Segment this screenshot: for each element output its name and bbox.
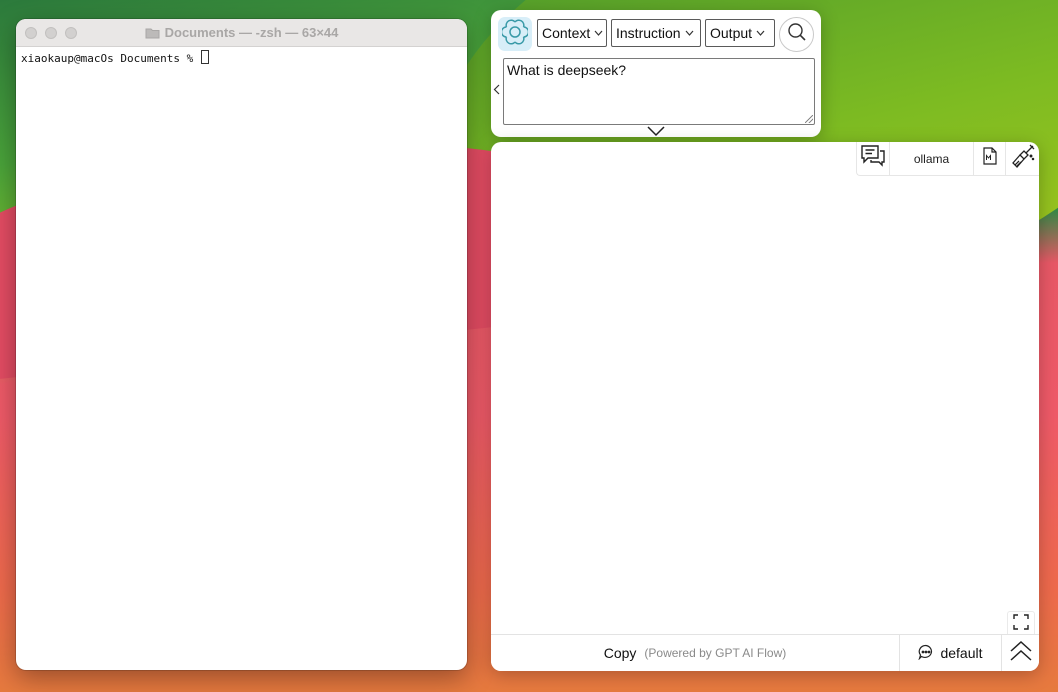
chevron-down-icon <box>685 28 694 39</box>
chevron-down-icon <box>756 28 765 39</box>
markdown-file-icon <box>982 147 997 170</box>
terminal-cursor <box>200 50 209 64</box>
chat-icon <box>918 644 934 663</box>
expand-down-button[interactable] <box>646 124 666 137</box>
zoom-window-button[interactable] <box>65 27 77 39</box>
double-chevron-up-icon <box>1009 640 1033 667</box>
prompt-panel: Context Instruction Output What is deeps… <box>491 10 821 137</box>
chevron-left-icon <box>493 83 500 98</box>
output-select[interactable]: Output <box>705 19 775 47</box>
minimize-window-button[interactable] <box>45 27 57 39</box>
search-button[interactable] <box>779 17 814 52</box>
output-footer: Copy (Powered by GPT AI Flow) default <box>491 634 1039 671</box>
fullscreen-icon <box>1013 613 1029 635</box>
model-selector[interactable]: ollama <box>890 142 974 175</box>
copy-label: Copy <box>603 645 637 661</box>
prompt-textarea[interactable]: What is deepseek? <box>503 58 815 125</box>
prompt-text-value: What is deepseek? <box>507 62 627 78</box>
collapse-left-button[interactable] <box>493 83 500 98</box>
chevron-down-icon <box>646 124 666 141</box>
resize-handle-icon[interactable] <box>805 115 813 123</box>
terminal-title-text: Documents — -zsh — 63×44 <box>164 25 339 40</box>
copy-button[interactable]: Copy (Powered by GPT AI Flow) <box>491 635 899 671</box>
terminal-window[interactable]: Documents — -zsh — 63×44 xiaokaup@macOs … <box>16 19 467 670</box>
terminal-titlebar[interactable]: Documents — -zsh — 63×44 <box>16 19 467 47</box>
openai-logo-button[interactable] <box>498 17 532 51</box>
scroll-top-button[interactable] <box>1001 635 1039 671</box>
terminal-body[interactable]: xiaokaup@macOs Documents % <box>16 47 467 68</box>
context-select[interactable]: Context <box>537 19 607 47</box>
terminal-title: Documents — -zsh — 63×44 <box>145 25 339 40</box>
clean-broom-icon <box>1010 143 1036 174</box>
clear-button[interactable] <box>1006 142 1039 175</box>
output-toolbar: ollama <box>856 142 1039 176</box>
markdown-export-button[interactable] <box>974 142 1006 175</box>
context-select-label: Context <box>542 25 591 41</box>
output-panel: ollama Copy (Powered by GPT AI Flow) def… <box>491 142 1039 671</box>
powered-by-text: (Powered by GPT AI Flow) <box>644 646 787 660</box>
default-label: default <box>940 645 983 661</box>
instruction-select[interactable]: Instruction <box>611 19 701 47</box>
default-chat-button[interactable]: default <box>899 635 1001 671</box>
chat-history-button[interactable] <box>857 142 890 175</box>
chevron-down-icon <box>594 28 603 39</box>
output-select-label: Output <box>710 25 753 41</box>
instruction-select-label: Instruction <box>616 25 681 41</box>
close-window-button[interactable] <box>25 27 37 39</box>
model-name: ollama <box>913 151 950 166</box>
window-controls <box>25 27 77 39</box>
openai-logo-icon <box>500 19 530 50</box>
chat-bubbles-icon <box>860 144 886 173</box>
folder-icon <box>145 27 160 39</box>
terminal-prompt: xiaokaup@macOs Documents % <box>21 52 200 65</box>
search-icon <box>787 22 807 47</box>
